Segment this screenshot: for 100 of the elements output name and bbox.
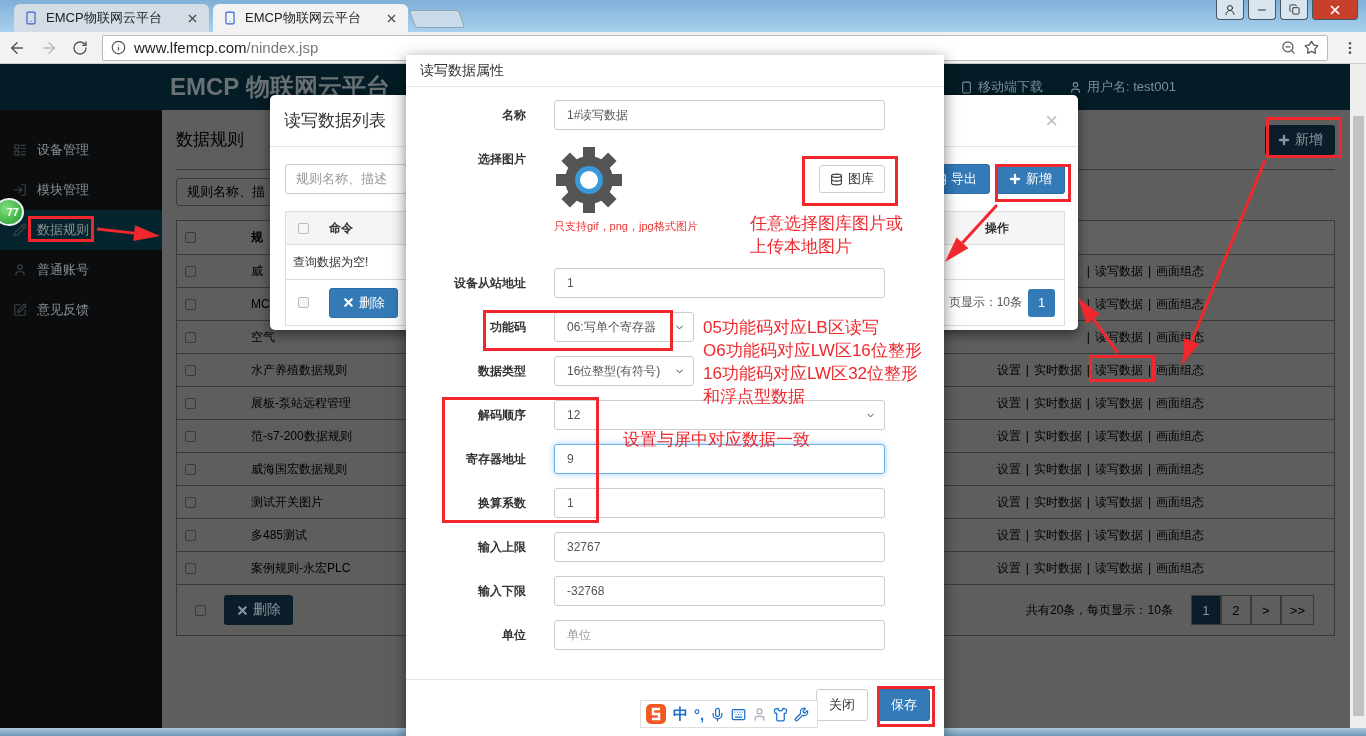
field-label: 单位 xyxy=(501,626,526,644)
separator: | xyxy=(1086,396,1090,410)
action-link[interactable]: 读写数据 xyxy=(1094,361,1143,379)
separator: | xyxy=(1025,495,1029,509)
field-label: 功能码 xyxy=(489,318,526,336)
separator: | xyxy=(1147,363,1151,377)
close-button[interactable]: × xyxy=(1039,106,1064,135)
separator: | xyxy=(1086,561,1090,575)
address-field[interactable]: www.lfemcp.com/nindex.jsp xyxy=(102,34,1328,61)
table-cell: 水产养殖数据规则 xyxy=(251,361,347,379)
table-cell: 案例规则-永宏PLC xyxy=(251,559,351,577)
separator: | xyxy=(1025,462,1029,476)
ime-mode[interactable]: 中 xyxy=(673,704,688,724)
browser-tab[interactable]: EMCP物联网云平台 xyxy=(213,4,408,32)
action-link[interactable]: 画面组态 xyxy=(1156,526,1204,544)
action-link[interactable]: 读写数据 xyxy=(1094,427,1143,445)
action-link[interactable]: 读写数据 xyxy=(1094,559,1143,577)
table-cell: 威海国宏数据规则 xyxy=(251,460,347,478)
mobile-download-link[interactable]: 移动端下载 xyxy=(960,78,1043,96)
sidebar-item[interactable]: 普通账号 xyxy=(0,250,162,290)
action-link[interactable]: 实时数据 xyxy=(1033,460,1082,478)
action-link[interactable]: 读写数据 xyxy=(1094,493,1143,511)
action-link[interactable]: 实时数据 xyxy=(1033,526,1082,544)
sidebar-item[interactable]: 意见反馈 xyxy=(0,290,162,330)
input-field[interactable]: 1 xyxy=(554,268,885,298)
annotation-text: 任意选择图库图片或 xyxy=(750,213,903,235)
annotation-text: 05功能码对应LB区读写 xyxy=(703,317,880,339)
action-link[interactable]: 画面组态 xyxy=(1156,460,1204,478)
sidebar-item[interactable]: 设备管理 xyxy=(0,130,162,170)
separator: | xyxy=(1025,429,1029,443)
annotation-text: 上传本地图片 xyxy=(750,236,853,258)
save-button[interactable]: 保存 xyxy=(878,689,930,721)
input-field[interactable]: 1 xyxy=(554,488,885,518)
field-label: 寄存器地址 xyxy=(465,450,526,468)
pagination-summary: 页显示：10条 xyxy=(948,294,1022,311)
action-link[interactable]: 读写数据 xyxy=(1094,295,1143,313)
input-field[interactable]: 1#读写数据 xyxy=(554,100,885,130)
gallery-button[interactable]: 图库 xyxy=(819,165,885,193)
action-link[interactable]: 实时数据 xyxy=(1033,493,1082,511)
action-link[interactable]: 设置 xyxy=(996,493,1021,511)
action-link[interactable]: 实时数据 xyxy=(1033,361,1082,379)
column-header: 命令 xyxy=(329,219,353,237)
action-link[interactable]: 画面组态 xyxy=(1156,262,1204,280)
action-link[interactable]: 读写数据 xyxy=(1094,460,1143,478)
separator: | xyxy=(1086,528,1090,542)
action-link[interactable]: 读写数据 xyxy=(1094,262,1143,280)
action-link[interactable]: 画面组态 xyxy=(1156,361,1204,379)
page-button[interactable]: > xyxy=(1250,595,1281,625)
separator: | xyxy=(1086,495,1090,509)
action-link[interactable]: 实时数据 xyxy=(1033,427,1082,445)
action-link[interactable]: 设置 xyxy=(996,526,1021,544)
input-field[interactable]: 单位 xyxy=(554,620,885,650)
action-link[interactable]: 画面组态 xyxy=(1156,427,1204,445)
action-link[interactable]: 设置 xyxy=(996,427,1021,445)
empty-message: 查询数据为空! xyxy=(293,253,369,271)
page-button[interactable]: >> xyxy=(1280,595,1314,625)
action-link[interactable]: 设置 xyxy=(996,559,1021,577)
page-button[interactable]: 2 xyxy=(1220,595,1251,625)
select-field[interactable]: 16位整型(有符号) xyxy=(554,356,694,386)
table-cell: 范-s7-200数据规则 xyxy=(251,427,352,445)
separator: | xyxy=(1147,462,1151,476)
action-link[interactable]: 实时数据 xyxy=(1033,559,1082,577)
separator: | xyxy=(1147,297,1151,311)
separator: | xyxy=(1025,396,1029,410)
action-link[interactable]: 设置 xyxy=(996,361,1021,379)
action-link[interactable]: 设置 xyxy=(996,394,1021,412)
delete-button[interactable]: 删除 xyxy=(224,595,293,625)
separator: | xyxy=(1147,528,1151,542)
action-link[interactable]: 实时数据 xyxy=(1033,394,1082,412)
action-link[interactable]: 画面组态 xyxy=(1156,394,1204,412)
table-cell: 空气 xyxy=(251,328,275,346)
separator: | xyxy=(1147,330,1151,344)
separator: | xyxy=(1147,561,1151,575)
page-title: 数据规则 xyxy=(176,129,244,151)
delete-button[interactable]: 删除 xyxy=(329,287,398,318)
pagination-summary: 共有20条，每页显示：10条 xyxy=(1026,601,1173,619)
input-field[interactable]: -32768 xyxy=(554,576,885,606)
action-link[interactable]: 画面组态 xyxy=(1156,493,1204,511)
annotation-text: 16功能码对应LW区32位整形 xyxy=(703,363,920,385)
close-button[interactable]: 关闭 xyxy=(816,689,868,721)
input-field[interactable]: 32767 xyxy=(554,532,885,562)
ime-punctuation[interactable]: °, xyxy=(694,705,705,723)
separator: | xyxy=(1147,264,1151,278)
floating-menu[interactable]: 77 xyxy=(0,198,24,226)
page-button[interactable]: 1 xyxy=(1028,288,1055,317)
separator: | xyxy=(1025,363,1029,377)
action-link[interactable]: 画面组态 xyxy=(1156,295,1204,313)
action-link[interactable]: 画面组态 xyxy=(1156,559,1204,577)
table-cell: 多485测试 xyxy=(251,526,308,544)
browser-tab[interactable]: EMCP物联网云平台 xyxy=(14,4,209,32)
action-link[interactable]: 设置 xyxy=(996,460,1021,478)
table-cell: MC xyxy=(251,297,270,311)
add-button[interactable]: 新增 xyxy=(1265,124,1335,155)
separator: | xyxy=(1086,363,1090,377)
action-link[interactable]: 读写数据 xyxy=(1094,394,1143,412)
user-menu[interactable]: 用户名: test001 xyxy=(1069,78,1176,96)
format-note: 只支持gif，png，jpg格式图片 xyxy=(554,219,699,234)
page-button[interactable]: 1 xyxy=(1190,595,1221,625)
field-label: 输入上限 xyxy=(476,538,526,556)
action-link[interactable]: 读写数据 xyxy=(1094,526,1143,544)
